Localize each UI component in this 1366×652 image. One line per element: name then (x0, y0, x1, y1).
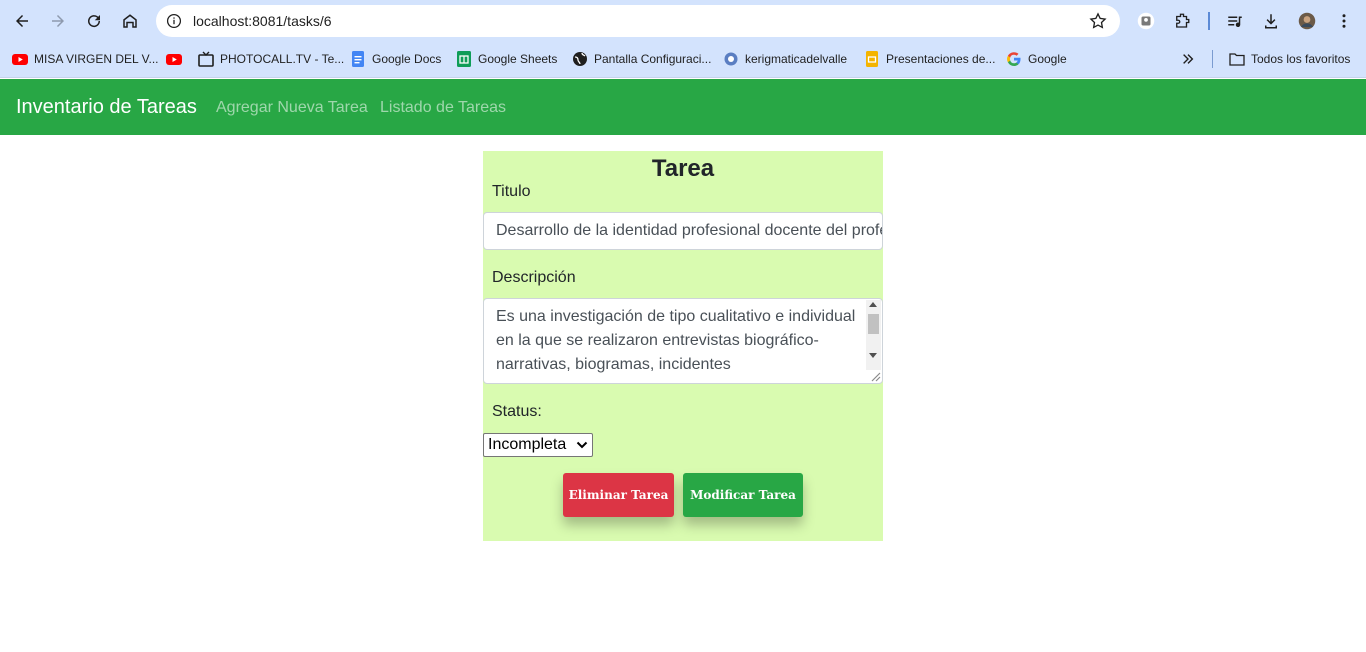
card-title: Tarea (651, 155, 715, 182)
textarea-scrollbar[interactable] (866, 300, 881, 370)
nav-link-listado[interactable]: Listado de Tareas (380, 99, 506, 117)
home-icon[interactable] (117, 8, 143, 34)
navbar-brand[interactable]: Inventario de Tareas (16, 96, 197, 119)
app-navbar: Inventario de Tareas Agregar Nueva Tarea… (0, 79, 1366, 135)
google-docs-icon (350, 51, 366, 67)
globe-icon (572, 51, 588, 67)
youtube-icon (166, 51, 182, 67)
descripcion-label: Descripción (492, 269, 576, 286)
descripcion-textarea[interactable]: Es una investigación de tipo cualitativo… (483, 298, 883, 384)
bookmark-google-docs[interactable]: Google Docs (350, 50, 441, 68)
titulo-input[interactable]: Desarrollo de la identidad profesional d… (483, 212, 883, 250)
back-icon[interactable] (9, 8, 35, 34)
bookmark-misa[interactable]: MISA VIRGEN DEL V... (12, 50, 159, 68)
scroll-thumb[interactable] (868, 314, 879, 334)
browser-toolbar: localhost:8081/tasks/6 (0, 0, 1366, 42)
scroll-down-icon[interactable] (869, 353, 877, 358)
delete-task-button[interactable]: Eliminar Tarea (563, 473, 674, 517)
extensions-icon[interactable] (1169, 8, 1195, 34)
bookmark-kerigmatica[interactable]: kerigmaticadelvalle (723, 50, 847, 68)
bookmarks-divider (1212, 50, 1213, 68)
status-select[interactable]: Incompleta (483, 433, 593, 457)
reload-icon[interactable] (81, 8, 107, 34)
download-icon[interactable] (1258, 8, 1284, 34)
all-bookmarks[interactable]: Todos los favoritos (1229, 50, 1350, 68)
menu-kebab-icon[interactable] (1331, 8, 1357, 34)
descripcion-text: Es una investigación de tipo cualitativo… (496, 308, 856, 373)
chevron-down-icon (576, 441, 588, 449)
bookmark-google[interactable]: Google (1006, 50, 1067, 68)
resize-grip-icon[interactable] (869, 370, 881, 382)
toolbar-divider (1208, 12, 1210, 30)
nav-link-agregar[interactable]: Agregar Nueva Tarea (216, 99, 368, 117)
address-bar[interactable]: localhost:8081/tasks/6 (156, 5, 1120, 37)
scroll-up-icon[interactable] (869, 302, 877, 307)
status-selected-value: Incompleta (488, 436, 567, 453)
modify-task-button[interactable]: Modificar Tarea (683, 473, 803, 517)
bookmarks-overflow-icon[interactable] (1181, 50, 1195, 68)
google-slides-icon (864, 51, 880, 67)
avatar[interactable] (1294, 8, 1320, 34)
task-card: Tarea Titulo Desarrollo de la identidad … (483, 151, 883, 541)
media-queue-icon[interactable] (1222, 8, 1248, 34)
google-icon (1006, 51, 1022, 67)
titulo-label: Titulo (492, 183, 531, 200)
forward-icon[interactable] (45, 8, 71, 34)
youtube-icon (12, 51, 28, 67)
bookmark-photocall[interactable]: PHOTOCALL.TV - Te... (198, 50, 344, 68)
site-info-icon[interactable] (164, 11, 184, 31)
bookmark-youtube[interactable] (166, 50, 188, 68)
bookmark-pantalla[interactable]: Pantalla Configuraci... (572, 50, 711, 68)
url-text: localhost:8081/tasks/6 (193, 13, 332, 29)
tv-icon (198, 51, 214, 67)
bookmark-presentaciones[interactable]: Presentaciones de... (864, 50, 995, 68)
profile-extension-icon[interactable] (1133, 8, 1159, 34)
bookmark-google-sheets[interactable]: Google Sheets (456, 50, 557, 68)
folder-icon (1229, 51, 1245, 67)
google-sheets-icon (456, 51, 472, 67)
site-icon (723, 51, 739, 67)
bookmark-star-icon[interactable] (1088, 11, 1108, 31)
status-label: Status: (492, 403, 542, 420)
